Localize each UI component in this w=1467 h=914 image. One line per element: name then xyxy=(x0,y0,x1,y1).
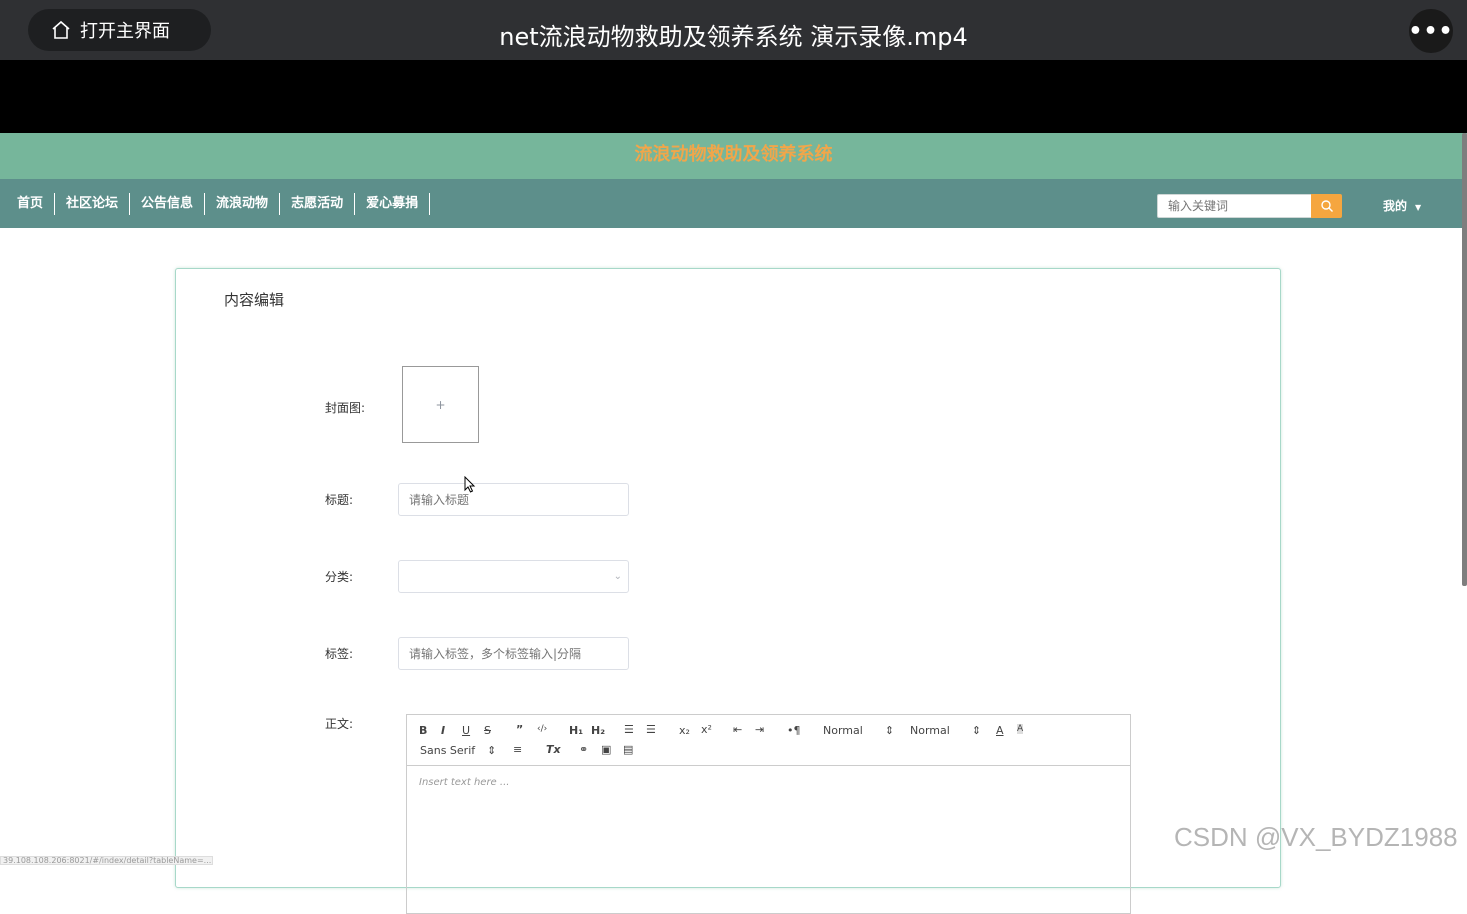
blockquote-button[interactable]: ” xyxy=(516,723,523,736)
font-select-value: Sans Serif xyxy=(420,744,476,757)
content-edit-card: 内容编辑 封面图: + 标题: 分类: ⌄ 标签: 正文: B I U S ” … xyxy=(175,268,1281,914)
rich-text-editor: B I U S ” ‹/› H₁ H₂ ☰ ☰ x₂ x² ⇤ ⇥ •¶ Nor… xyxy=(406,714,1131,914)
size-select[interactable]: Normal ⇕ xyxy=(823,724,894,737)
bullet-list-icon[interactable]: ☰ xyxy=(646,723,656,736)
csdn-watermark: CSDN @VX_BYDZ1988 xyxy=(1174,822,1458,852)
video-title: net流浪动物救助及领养系统 演示录像.mp4 xyxy=(499,23,968,51)
font-select[interactable]: Sans Serif ⇕ xyxy=(420,744,496,757)
category-label: 分类: xyxy=(325,570,354,584)
nav-item-donation[interactable]: 爱心募捐 xyxy=(355,193,431,215)
title-input[interactable] xyxy=(398,483,629,516)
title-label: 标题: xyxy=(325,493,354,507)
nav-item-home[interactable]: 首页 xyxy=(6,193,56,215)
underline-button[interactable]: U xyxy=(462,724,470,737)
body-label: 正文: xyxy=(325,717,354,731)
tags-input[interactable] xyxy=(398,637,629,670)
status-bar-url: 39.108.108.206:8021/#/index/detail?table… xyxy=(0,856,213,865)
chevron-down-icon: ⌄ xyxy=(613,571,622,582)
my-account-label: 我的 xyxy=(1383,199,1408,213)
nav-list: 首页 社区论坛 公告信息 流浪动物 志愿活动 爱心募捐 xyxy=(6,193,431,215)
header-1-button[interactable]: H₁ xyxy=(569,724,583,737)
caret-down-icon: ▼ xyxy=(1415,203,1422,212)
search-input[interactable] xyxy=(1157,194,1312,218)
video-letterbox xyxy=(0,60,1467,133)
search-icon xyxy=(1320,200,1333,212)
superscript-button[interactable]: x² xyxy=(701,723,712,736)
player-top-bar: 打开主界面 net流浪动物救助及领养系统 演示录像.mp4 ••• xyxy=(0,0,1467,60)
outdent-icon[interactable]: ⇤ xyxy=(733,723,742,736)
strike-button[interactable]: S xyxy=(484,724,491,737)
direction-rtl-button[interactable]: •¶ xyxy=(787,724,801,737)
size-select-value: Normal xyxy=(823,724,863,737)
nav-item-announcements[interactable]: 公告信息 xyxy=(130,193,206,215)
font-color-button[interactable]: A xyxy=(996,724,1004,737)
header-2-button[interactable]: H₂ xyxy=(591,724,605,737)
search-button[interactable] xyxy=(1311,194,1342,218)
mouse-cursor-icon xyxy=(464,476,476,493)
my-account-menu[interactable]: 我的 ▼ xyxy=(1383,197,1421,214)
tags-label: 标签: xyxy=(325,647,354,661)
site-title: 流浪动物救助及领养系统 xyxy=(634,144,833,165)
indent-icon[interactable]: ⇥ xyxy=(755,723,764,736)
nav-item-forum[interactable]: 社区论坛 xyxy=(55,193,131,215)
editor-toolbar: B I U S ” ‹/› H₁ H₂ ☰ ☰ x₂ x² ⇤ ⇥ •¶ Nor… xyxy=(407,715,1130,766)
cover-image-uploader[interactable]: + xyxy=(402,366,479,443)
plus-icon: + xyxy=(435,397,446,412)
page-scrollbar[interactable] xyxy=(1462,133,1467,586)
bold-button[interactable]: B xyxy=(419,724,427,737)
site-header: 流浪动物救助及领养系统 xyxy=(0,133,1467,179)
ordered-list-icon[interactable]: ☰ xyxy=(624,723,634,736)
nav-item-volunteer[interactable]: 志愿活动 xyxy=(280,193,356,215)
category-select[interactable]: ⌄ xyxy=(398,560,629,593)
updown-icon: ⇕ xyxy=(487,744,497,757)
updown-icon: ⇕ xyxy=(971,724,982,737)
link-icon[interactable]: ⚭ xyxy=(579,743,588,756)
background-color-button[interactable]: A xyxy=(1017,724,1024,734)
main-navbar: 首页 社区论坛 公告信息 流浪动物 志愿活动 爱心募捐 我的 ▼ xyxy=(0,179,1467,228)
card-title: 内容编辑 xyxy=(224,291,285,309)
image-icon[interactable]: ▣ xyxy=(601,743,611,756)
nav-item-stray-animals[interactable]: 流浪动物 xyxy=(205,193,281,215)
cover-label: 封面图: xyxy=(325,401,366,415)
header-select-value: Normal xyxy=(910,724,950,737)
clean-format-button[interactable]: Tx xyxy=(546,743,561,756)
more-options-button[interactable]: ••• xyxy=(1408,9,1453,53)
header-select[interactable]: Normal ⇕ xyxy=(910,724,981,737)
subscript-button[interactable]: x₂ xyxy=(679,724,690,737)
align-icon[interactable]: ≡ xyxy=(513,743,522,756)
code-block-button[interactable]: ‹/› xyxy=(537,724,547,734)
updown-icon: ⇕ xyxy=(884,724,895,737)
italic-button[interactable]: I xyxy=(441,724,445,737)
video-icon[interactable]: ▤ xyxy=(623,743,633,756)
editor-content[interactable]: Insert text here ... xyxy=(419,777,509,788)
